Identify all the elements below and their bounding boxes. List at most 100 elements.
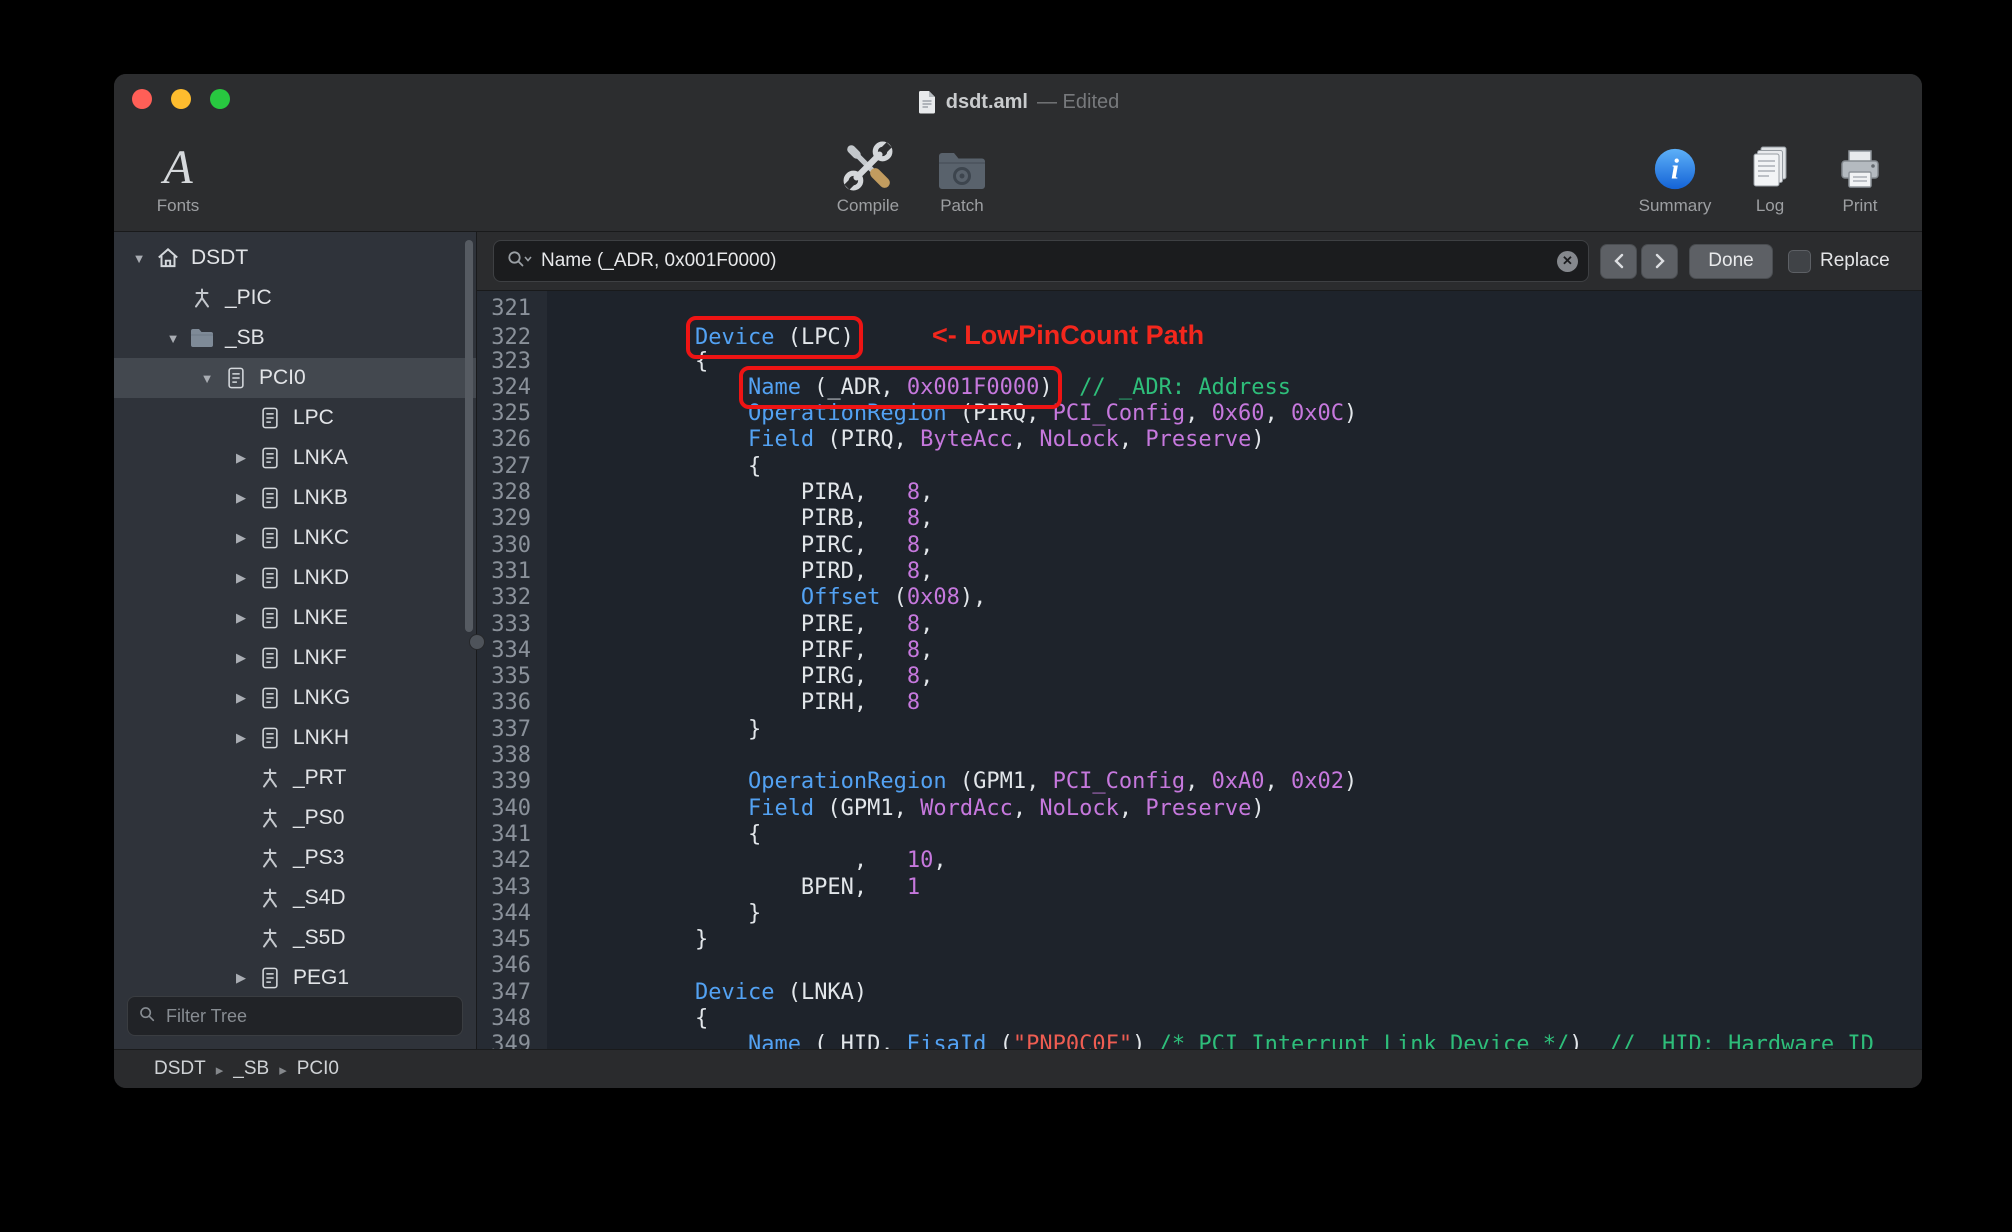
code-token: PIRG,	[589, 664, 907, 690]
code-token: Device	[694, 325, 775, 351]
print-button[interactable]: Print	[1820, 132, 1900, 216]
find-next-button[interactable]	[1641, 243, 1678, 279]
code-token: Preserve	[1145, 427, 1252, 453]
log-button[interactable]: Log	[1730, 132, 1810, 216]
line-number: 336	[491, 690, 531, 716]
code-token: )	[1344, 401, 1358, 427]
line-number: 334	[491, 637, 531, 663]
disclosure-expanded-icon[interactable]: ▼	[158, 331, 188, 346]
tree-item-lnkc[interactable]: ▶ LNKC	[114, 518, 476, 558]
code-token: 10	[906, 848, 934, 874]
tree-item-_ps3[interactable]: _PS3	[114, 838, 476, 878]
tree-item-_prt[interactable]: _PRT	[114, 758, 476, 798]
tree-item-lpc[interactable]: LPC	[114, 398, 476, 438]
code-token: 0x02	[1291, 769, 1345, 795]
tree-item-peg1[interactable]: ▶ PEG1	[114, 958, 476, 990]
tree-item-_s5d[interactable]: _S5D	[114, 918, 476, 958]
tree-item-label: _S5D	[293, 926, 346, 949]
code-token: 8	[906, 690, 921, 716]
disclosure-collapsed-icon[interactable]: ▶	[226, 530, 256, 546]
code-token: ,	[920, 637, 934, 663]
code-token: Field	[747, 795, 815, 821]
find-previous-button[interactable]	[1600, 243, 1637, 279]
code-token: /* PCI Interrupt Link Device */	[1158, 1032, 1570, 1049]
done-button[interactable]: Done	[1689, 243, 1773, 279]
replace-checkbox[interactable]	[1788, 249, 1811, 273]
line-number: 327	[491, 453, 531, 479]
compile-button[interactable]: Compile	[826, 132, 910, 216]
disclosure-expanded-icon[interactable]: ▼	[124, 251, 154, 266]
tree-item-lnkf[interactable]: ▶ LNKF	[114, 638, 476, 678]
tree-item-lnkd[interactable]: ▶ LNKD	[114, 558, 476, 598]
code-token: PCI_Config	[1052, 401, 1186, 427]
line-number: 347	[491, 979, 531, 1005]
code-token: // _HID: Hardware ID	[1608, 1032, 1874, 1049]
disclosure-collapsed-icon[interactable]: ▶	[226, 450, 256, 466]
code-line-344: 344 }	[477, 901, 1922, 927]
code-editor[interactable]: 321 322 Device (LPC) <- LowPinCount Path 32…	[477, 291, 1922, 1049]
line-number: 337	[491, 716, 531, 742]
search-field[interactable]: ✕	[493, 240, 1589, 282]
toolbar: A Fonts Compile Patch i Summary Log Prin…	[114, 124, 1922, 232]
code-lines: 321 322 Device (LPC) <- LowPinCount Path 32…	[477, 296, 1922, 1049]
code-line-328: 328 PIRA, 8,	[477, 480, 1922, 506]
splitter-handle[interactable]	[469, 633, 485, 650]
search-input[interactable]	[539, 249, 1550, 273]
breadcrumb: DSDT ▸ _SB ▸ PCI0	[114, 1049, 1922, 1088]
code-token: ,	[1264, 401, 1292, 427]
code-line-343: 343 BPEN, 1	[477, 875, 1922, 901]
disclosure-collapsed-icon[interactable]: ▶	[226, 570, 256, 586]
tree-item-pci0[interactable]: ▼ PCI0	[114, 358, 476, 398]
tree-item-dsdt[interactable]: ▼ DSDT	[114, 238, 476, 278]
disclosure-collapsed-icon[interactable]: ▶	[226, 970, 256, 986]
disclosure-collapsed-icon[interactable]: ▶	[226, 730, 256, 746]
app-window: dsdt.aml — Edited A Fonts Compile Patch …	[114, 74, 1922, 1088]
filter-tree-input[interactable]	[164, 1004, 452, 1028]
fonts-button[interactable]: A Fonts	[136, 132, 220, 216]
clear-search-icon[interactable]: ✕	[1557, 250, 1578, 272]
disclosure-collapsed-icon[interactable]: ▶	[226, 490, 256, 506]
disclosure-collapsed-icon[interactable]: ▶	[226, 690, 256, 706]
code-token: Device	[694, 979, 775, 1005]
filter-tree-field[interactable]	[127, 996, 463, 1036]
disclosure-collapsed-icon[interactable]: ▶	[226, 650, 256, 666]
tree-item-_ps0[interactable]: _PS0	[114, 798, 476, 838]
code-token: (	[880, 585, 907, 611]
breadcrumb-item-sb[interactable]: _SB	[233, 1058, 269, 1080]
code-token: (_ADR,	[800, 374, 907, 400]
zoom-button[interactable]	[210, 89, 230, 109]
close-button[interactable]	[132, 89, 152, 109]
minimize-button[interactable]	[171, 89, 191, 109]
tree-item-lnkb[interactable]: ▶ LNKB	[114, 478, 476, 518]
annotation-text: <- LowPinCount Path	[931, 320, 1205, 351]
search-icon	[138, 1005, 156, 1028]
code-token: OperationRegion	[747, 769, 947, 795]
line-number: 335	[491, 664, 531, 690]
document-icon	[917, 90, 937, 114]
code-line-321: 321	[477, 296, 1922, 322]
disclosure-collapsed-icon[interactable]: ▶	[226, 610, 256, 626]
line-number: 324	[491, 374, 531, 400]
code-token: "PNP0C0F"	[1012, 1032, 1133, 1049]
breadcrumb-item-pci0[interactable]: PCI0	[297, 1058, 339, 1080]
tree-item-label: LNKE	[293, 606, 348, 629]
sidebar-scrollbar[interactable]	[465, 240, 473, 632]
compile-label: Compile	[836, 196, 900, 215]
tree-item-_pic[interactable]: _PIC	[114, 278, 476, 318]
code-token: ,	[920, 480, 934, 506]
tree-item-lnka[interactable]: ▶ LNKA	[114, 438, 476, 478]
tree-item-label: LNKA	[293, 446, 348, 469]
code-token: ByteAcc	[920, 427, 1013, 453]
tree-item-_sb[interactable]: ▼ _SB	[114, 318, 476, 358]
breadcrumb-item-dsdt[interactable]: DSDT	[154, 1058, 206, 1080]
search-menu-icon[interactable]	[506, 249, 532, 274]
tree-item-lnkh[interactable]: ▶ LNKH	[114, 718, 476, 758]
tree-item-_s4d[interactable]: _S4D	[114, 878, 476, 918]
disclosure-expanded-icon[interactable]: ▼	[192, 371, 222, 386]
patch-button[interactable]: Patch	[920, 132, 1004, 216]
summary-button[interactable]: i Summary	[1630, 132, 1720, 216]
tree-item-lnke[interactable]: ▶ LNKE	[114, 598, 476, 638]
device-icon	[256, 564, 284, 592]
tree-item-lnkg[interactable]: ▶ LNKG	[114, 678, 476, 718]
code-token: )	[1251, 795, 1265, 821]
